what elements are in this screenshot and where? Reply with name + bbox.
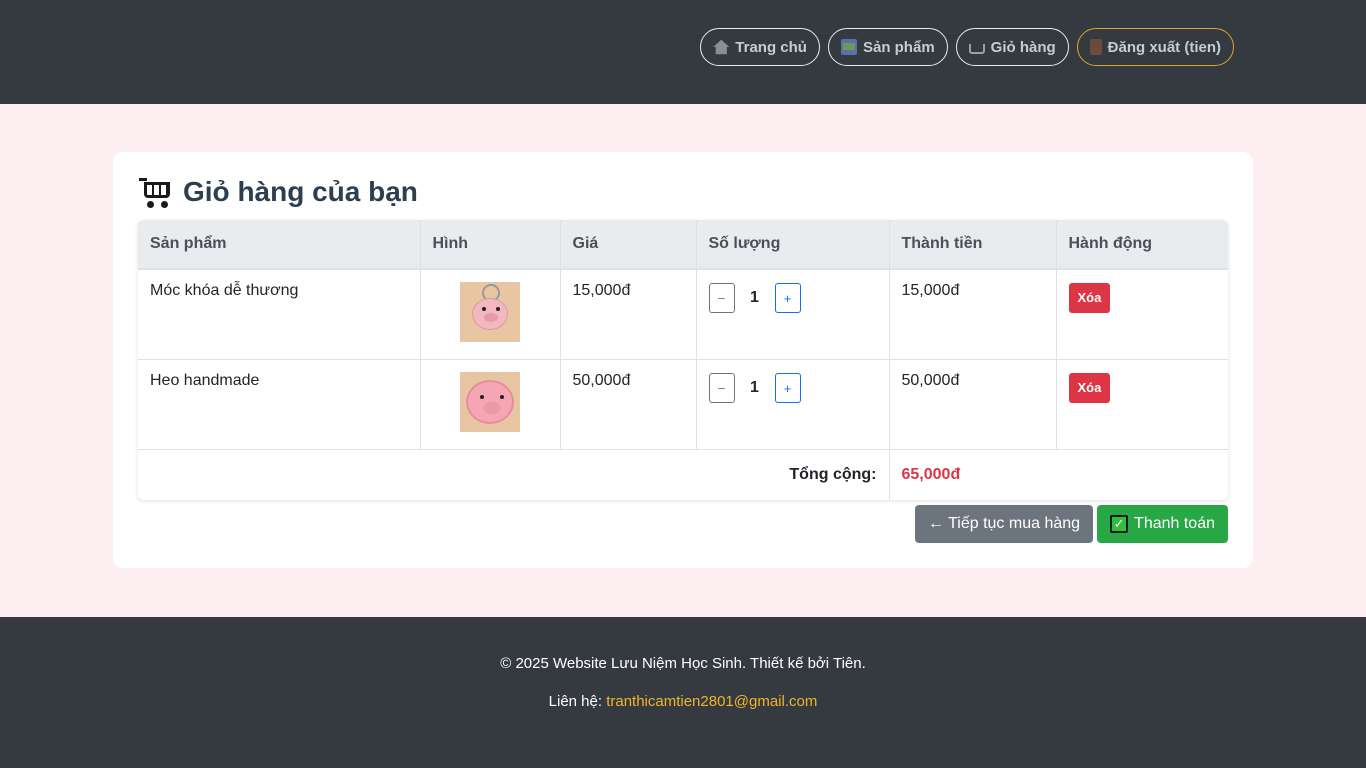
- footer-copyright: © 2025 Website Lưu Niệm Học Sinh. Thiết …: [500, 655, 866, 672]
- product-image-keychain: [460, 282, 520, 342]
- total-value: 65,000đ: [901, 465, 961, 483]
- product-subtotal: 15,000đ: [889, 269, 1057, 360]
- nav-cart-button[interactable]: Giỏ hàng: [955, 28, 1069, 66]
- footer: © 2025 Website Lưu Niệm Học Sinh. Thiết …: [0, 617, 1366, 768]
- product-name: Móc khóa dễ thương: [138, 269, 421, 360]
- total-row: Tổng cộng: 65,000đ: [138, 449, 1228, 500]
- check-icon: ✓: [1110, 515, 1129, 533]
- top-navbar: Trang chủ Sản phẩm Giỏ hàng Đăng xuất (t…: [0, 0, 1366, 104]
- product-image-pig: [460, 372, 520, 432]
- footer-email-link[interactable]: tranthicamtien2801@gmail.com: [606, 693, 817, 710]
- decrease-quantity-button[interactable]: −: [708, 373, 735, 403]
- cart-icon: [968, 44, 985, 54]
- page-title: Giỏ hàng của bạn: [139, 176, 418, 208]
- product-name: Heo handmade: [138, 359, 421, 450]
- quantity-stepper: − 1 +: [708, 373, 877, 403]
- shopping-cart-icon: [139, 176, 173, 208]
- product-price: 15,000đ: [560, 269, 697, 360]
- table-row: Móc khóa dễ thương 15,000đ − 1 + 15,000đ…: [138, 269, 1228, 360]
- quantity-value: 1: [750, 289, 759, 306]
- checkout-label: Thanh toán: [1134, 515, 1215, 532]
- table-header-row: Sản phẩm Hình Giá Số lượng Thành tiền Hà…: [138, 220, 1228, 270]
- product-price: 50,000đ: [560, 359, 697, 450]
- decrease-quantity-button[interactable]: −: [708, 283, 735, 313]
- nav-logout-button[interactable]: Đăng xuất (tien): [1076, 28, 1234, 66]
- delete-button[interactable]: Xóa: [1068, 283, 1111, 313]
- table-row: Heo handmade 50,000đ − 1 + 50,000đ Xóa: [138, 359, 1228, 450]
- col-header-quantity: Số lượng: [696, 220, 890, 270]
- cart-card: Giỏ hàng của bạn Sản phẩm Hình Giá Số lư…: [113, 152, 1253, 568]
- increase-quantity-button[interactable]: +: [774, 373, 801, 403]
- door-icon: [1089, 39, 1102, 55]
- quantity-value: 1: [750, 379, 759, 396]
- nav-logout-label: Đăng xuất (tien): [1107, 38, 1221, 56]
- page-title-text: Giỏ hàng của bạn: [183, 176, 418, 207]
- col-header-product: Sản phẩm: [138, 220, 421, 270]
- continue-shopping-button[interactable]: ← Tiếp tục mua hàng: [914, 505, 1094, 543]
- checkout-button[interactable]: ✓ Thanh toán: [1097, 505, 1228, 543]
- nav-products-button[interactable]: Sản phẩm: [827, 28, 948, 66]
- nav-home-button[interactable]: Trang chủ: [700, 28, 820, 66]
- cart-table: Sản phẩm Hình Giá Số lượng Thành tiền Hà…: [138, 220, 1228, 500]
- product-subtotal: 50,000đ: [889, 359, 1057, 450]
- continue-shopping-label: ← Tiếp tục mua hàng: [927, 515, 1081, 532]
- nav-cart-label: Giỏ hàng: [990, 38, 1056, 56]
- total-label: Tổng cộng:: [138, 449, 890, 500]
- cart-actions: ← Tiếp tục mua hàng ✓ Thanh toán: [914, 505, 1228, 543]
- footer-contact: Liên hệ: tranthicamtien2801@gmail.com: [0, 693, 1366, 710]
- nav-menu: Trang chủ Sản phẩm Giỏ hàng Đăng xuất (t…: [700, 28, 1234, 66]
- col-header-subtotal: Thành tiền: [889, 220, 1057, 270]
- nav-home-label: Trang chủ: [735, 38, 807, 56]
- delete-button[interactable]: Xóa: [1068, 373, 1111, 403]
- quantity-stepper: − 1 +: [708, 283, 877, 313]
- footer-contact-label: Liên hệ:: [548, 693, 607, 710]
- col-header-action: Hành động: [1056, 220, 1228, 270]
- products-icon: [840, 39, 857, 55]
- col-header-price: Giá: [560, 220, 697, 270]
- home-icon: [713, 39, 730, 55]
- increase-quantity-button[interactable]: +: [774, 283, 801, 313]
- nav-products-label: Sản phẩm: [862, 38, 935, 56]
- col-header-image: Hình: [420, 220, 561, 270]
